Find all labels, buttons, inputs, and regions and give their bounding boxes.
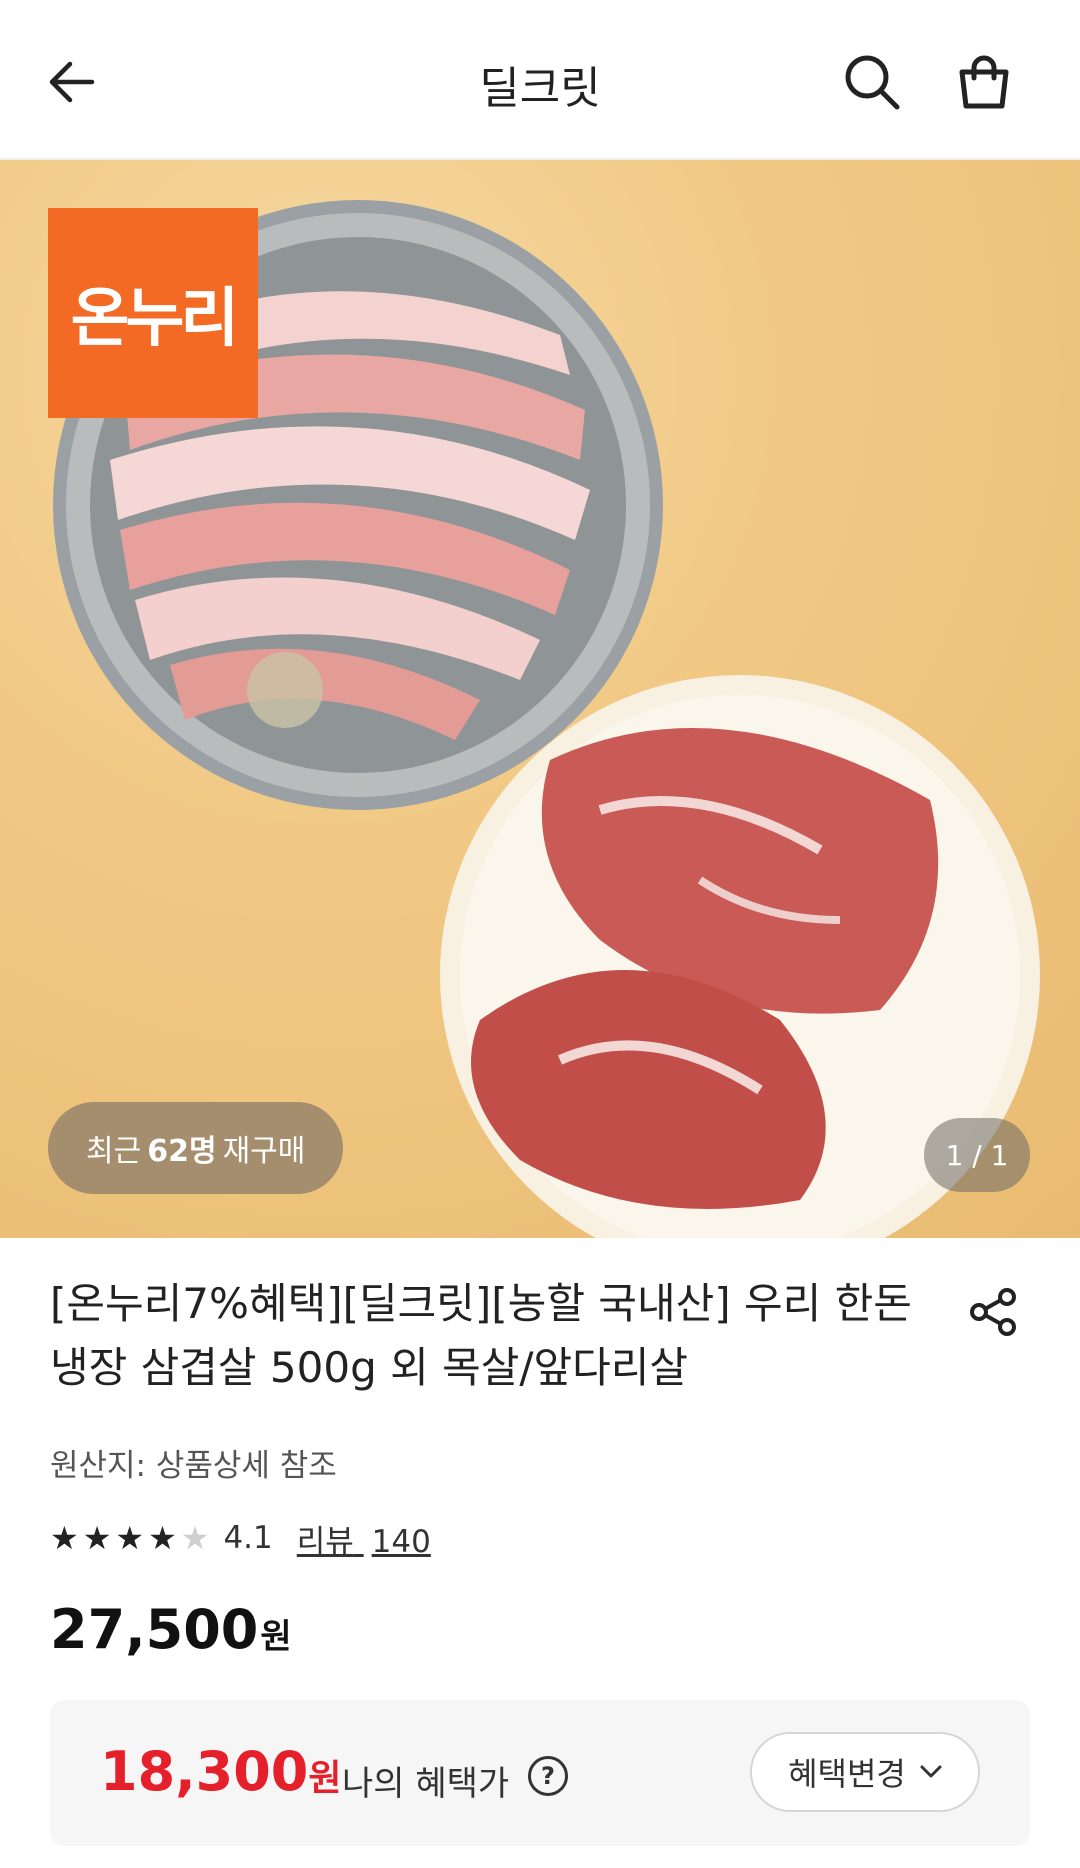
origin-info: 원산지: 상품상세 참조 xyxy=(50,1448,337,1484)
repurchase-count: 62명 xyxy=(147,1134,217,1169)
benefit-price: 18,300원 xyxy=(100,1740,342,1803)
benefit-change-button[interactable]: 혜택변경 xyxy=(750,1732,980,1812)
cart-icon xyxy=(959,55,1009,109)
search-icon xyxy=(845,55,900,110)
image-pager: 1 / 1 xyxy=(924,1118,1030,1192)
reviews-label: 리뷰 xyxy=(296,1523,354,1560)
reviews-link[interactable]: 리뷰 140 xyxy=(297,1516,431,1561)
product-image-carousel[interactable]: 온누리 최근 62명 재구매 1 / 1 xyxy=(0,160,1080,1238)
search-button[interactable] xyxy=(840,50,904,114)
rating-score: 4.1 xyxy=(223,1520,273,1556)
help-icon[interactable]: ? xyxy=(528,1756,568,1796)
onnuri-badge: 온누리 xyxy=(48,208,258,418)
rating-row: ★ ★ ★ ★ ★ 4.1 리뷰 140 xyxy=(50,1516,431,1560)
app-header: 딜크릿 xyxy=(0,0,1080,160)
star-icon: ★ xyxy=(82,1519,112,1557)
page-title: 딜크릿 xyxy=(479,63,601,114)
star-icon: ★ xyxy=(50,1519,79,1557)
benefit-price-box: 18,300원 나의 혜택가 ? 혜택변경 xyxy=(50,1700,1030,1846)
price-unit: 원 xyxy=(260,1617,292,1657)
benefit-label: 나의 혜택가 xyxy=(342,1764,510,1804)
repurchase-prefix: 최근 xyxy=(86,1134,142,1169)
reviews-count: 140 xyxy=(371,1523,431,1560)
benefit-change-label: 혜택변경 xyxy=(788,1755,906,1793)
benefit-unit: 원 xyxy=(308,1758,342,1799)
share-icon xyxy=(970,1288,1016,1336)
onnuri-badge-text: 온누리 xyxy=(70,282,240,356)
star-empty-icon: ★ xyxy=(180,1519,210,1557)
chevron-down-icon xyxy=(920,1765,942,1778)
repurchase-badge: 최근 62명 재구매 xyxy=(48,1102,344,1194)
cart-button[interactable] xyxy=(950,48,1018,116)
star-icon: ★ xyxy=(148,1519,177,1557)
star-icon: ★ xyxy=(115,1519,145,1557)
repurchase-suffix: 재구매 xyxy=(222,1134,306,1169)
price-amount: 27,500 xyxy=(50,1598,259,1661)
product-title: [온누리7%혜택][딜크릿][농할 국내산] 우리 한돈 냉장 삼겹살 500g… xyxy=(50,1279,912,1392)
share-button[interactable] xyxy=(962,1280,1026,1344)
original-price: 27,500원 xyxy=(50,1598,292,1661)
benefit-amount: 18,300 xyxy=(100,1740,309,1803)
